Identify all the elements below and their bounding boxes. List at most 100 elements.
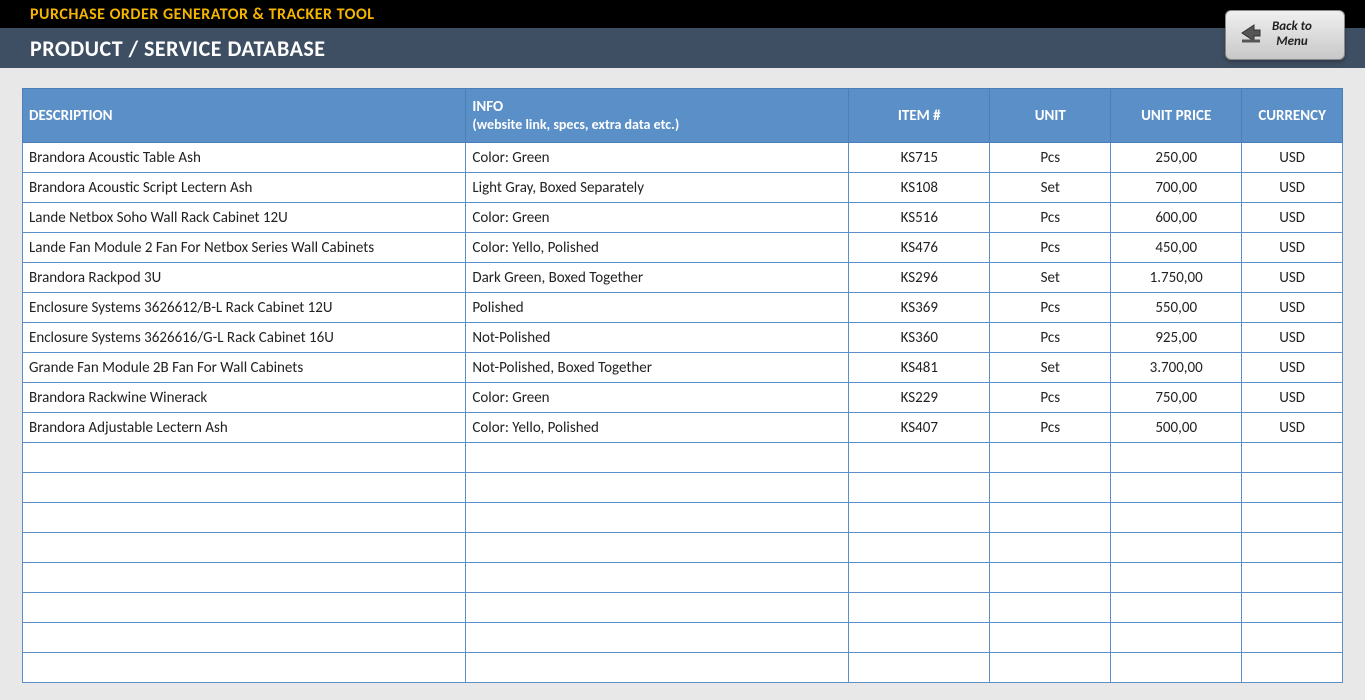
cell-description[interactable]: Enclosure Systems 3626612/B-L Rack Cabin… [23, 293, 466, 323]
cell-empty[interactable] [1111, 533, 1242, 563]
cell-description[interactable]: Lande Fan Module 2 Fan For Netbox Series… [23, 233, 466, 263]
cell-empty[interactable] [849, 473, 990, 503]
table-row-empty[interactable] [23, 593, 1343, 623]
cell-description[interactable]: Lande Netbox Soho Wall Rack Cabinet 12U [23, 203, 466, 233]
cell-empty[interactable] [990, 533, 1111, 563]
cell-unit[interactable]: Set [990, 353, 1111, 383]
cell-info[interactable]: Color: Green [466, 383, 849, 413]
cell-empty[interactable] [23, 593, 466, 623]
cell-empty[interactable] [23, 533, 466, 563]
cell-currency[interactable]: USD [1242, 383, 1343, 413]
cell-unit[interactable]: Pcs [990, 323, 1111, 353]
cell-info[interactable]: Not-Polished [466, 323, 849, 353]
cell-description[interactable]: Brandora Rackwine Winerack [23, 383, 466, 413]
table-row-empty[interactable] [23, 503, 1343, 533]
table-row[interactable]: Lande Netbox Soho Wall Rack Cabinet 12UC… [23, 203, 1343, 233]
cell-currency[interactable]: USD [1242, 293, 1343, 323]
cell-empty[interactable] [466, 473, 849, 503]
table-row[interactable]: Brandora Rackpod 3UDark Green, Boxed Tog… [23, 263, 1343, 293]
cell-empty[interactable] [1242, 623, 1343, 653]
cell-unit[interactable]: Pcs [990, 383, 1111, 413]
cell-currency[interactable]: USD [1242, 413, 1343, 443]
cell-empty[interactable] [1242, 443, 1343, 473]
table-row-empty[interactable] [23, 653, 1343, 683]
cell-empty[interactable] [849, 623, 990, 653]
cell-empty[interactable] [990, 563, 1111, 593]
cell-unit_price[interactable]: 700,00 [1111, 173, 1242, 203]
cell-empty[interactable] [990, 653, 1111, 683]
cell-item[interactable]: KS476 [849, 233, 990, 263]
cell-unit_price[interactable]: 3.700,00 [1111, 353, 1242, 383]
table-row[interactable]: Enclosure Systems 3626616/G-L Rack Cabin… [23, 323, 1343, 353]
table-row[interactable]: Enclosure Systems 3626612/B-L Rack Cabin… [23, 293, 1343, 323]
cell-unit_price[interactable]: 450,00 [1111, 233, 1242, 263]
cell-empty[interactable] [1242, 653, 1343, 683]
cell-info[interactable]: Color: Green [466, 203, 849, 233]
cell-unit[interactable]: Set [990, 263, 1111, 293]
cell-currency[interactable]: USD [1242, 263, 1343, 293]
cell-empty[interactable] [990, 443, 1111, 473]
table-row[interactable]: Brandora Acoustic Script Lectern AshLigh… [23, 173, 1343, 203]
cell-unit[interactable]: Pcs [990, 203, 1111, 233]
cell-item[interactable]: KS229 [849, 383, 990, 413]
cell-empty[interactable] [23, 443, 466, 473]
cell-empty[interactable] [23, 653, 466, 683]
cell-empty[interactable] [466, 563, 849, 593]
cell-empty[interactable] [466, 623, 849, 653]
cell-currency[interactable]: USD [1242, 173, 1343, 203]
cell-empty[interactable] [1111, 443, 1242, 473]
cell-empty[interactable] [1242, 533, 1343, 563]
table-row-empty[interactable] [23, 563, 1343, 593]
cell-currency[interactable]: USD [1242, 203, 1343, 233]
cell-empty[interactable] [466, 443, 849, 473]
cell-item[interactable]: KS715 [849, 143, 990, 173]
table-row[interactable]: Grande Fan Module 2B Fan For Wall Cabine… [23, 353, 1343, 383]
cell-empty[interactable] [1242, 563, 1343, 593]
cell-info[interactable]: Color: Green [466, 143, 849, 173]
cell-empty[interactable] [23, 563, 466, 593]
table-row-empty[interactable] [23, 443, 1343, 473]
cell-description[interactable]: Grande Fan Module 2B Fan For Wall Cabine… [23, 353, 466, 383]
cell-currency[interactable]: USD [1242, 143, 1343, 173]
table-row-empty[interactable] [23, 623, 1343, 653]
cell-unit[interactable]: Set [990, 173, 1111, 203]
cell-item[interactable]: KS369 [849, 293, 990, 323]
cell-empty[interactable] [466, 533, 849, 563]
cell-empty[interactable] [1111, 653, 1242, 683]
cell-empty[interactable] [849, 653, 990, 683]
cell-empty[interactable] [466, 503, 849, 533]
cell-currency[interactable]: USD [1242, 323, 1343, 353]
cell-info[interactable]: Not-Polished, Boxed Together [466, 353, 849, 383]
cell-description[interactable]: Brandora Acoustic Script Lectern Ash [23, 173, 466, 203]
cell-empty[interactable] [990, 503, 1111, 533]
cell-empty[interactable] [1111, 473, 1242, 503]
cell-unit_price[interactable]: 500,00 [1111, 413, 1242, 443]
cell-unit_price[interactable]: 600,00 [1111, 203, 1242, 233]
cell-description[interactable]: Brandora Acoustic Table Ash [23, 143, 466, 173]
cell-empty[interactable] [1111, 593, 1242, 623]
cell-description[interactable]: Enclosure Systems 3626616/G-L Rack Cabin… [23, 323, 466, 353]
cell-empty[interactable] [849, 443, 990, 473]
cell-item[interactable]: KS360 [849, 323, 990, 353]
cell-unit_price[interactable]: 1.750,00 [1111, 263, 1242, 293]
cell-unit_price[interactable]: 925,00 [1111, 323, 1242, 353]
cell-unit_price[interactable]: 750,00 [1111, 383, 1242, 413]
cell-unit[interactable]: Pcs [990, 293, 1111, 323]
cell-info[interactable]: Dark Green, Boxed Together [466, 263, 849, 293]
back-to-menu-button[interactable]: Back toMenu [1225, 10, 1345, 60]
cell-unit[interactable]: Pcs [990, 143, 1111, 173]
cell-item[interactable]: KS516 [849, 203, 990, 233]
cell-unit[interactable]: Pcs [990, 413, 1111, 443]
cell-empty[interactable] [23, 473, 466, 503]
cell-empty[interactable] [1242, 593, 1343, 623]
cell-empty[interactable] [990, 473, 1111, 503]
cell-empty[interactable] [466, 593, 849, 623]
cell-empty[interactable] [23, 503, 466, 533]
cell-description[interactable]: Brandora Rackpod 3U [23, 263, 466, 293]
cell-empty[interactable] [1111, 623, 1242, 653]
table-row[interactable]: Brandora Acoustic Table AshColor: GreenK… [23, 143, 1343, 173]
cell-currency[interactable]: USD [1242, 353, 1343, 383]
cell-item[interactable]: KS296 [849, 263, 990, 293]
cell-unit_price[interactable]: 250,00 [1111, 143, 1242, 173]
cell-description[interactable]: Brandora Adjustable Lectern Ash [23, 413, 466, 443]
